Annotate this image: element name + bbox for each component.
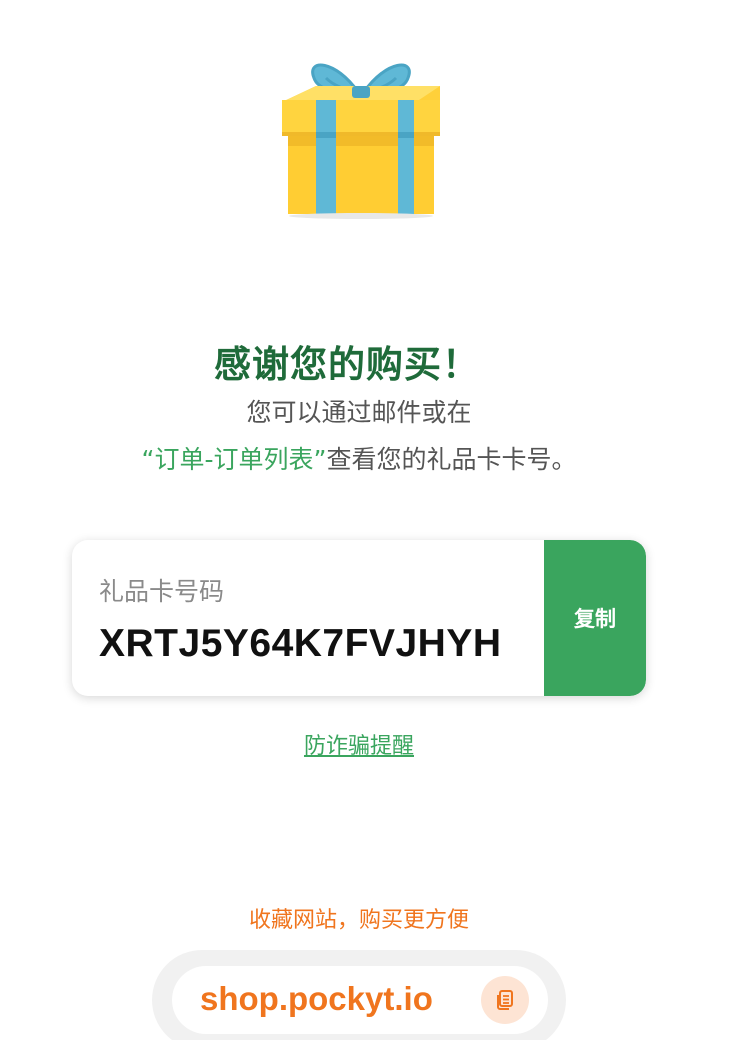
shop-url[interactable]: shop.pockyt.io — [200, 980, 433, 1018]
subtitle-line-1: 您可以通过邮件或在 — [246, 398, 472, 427]
subtitle-line-2: “订单-订单列表”查看您的礼品卡卡号。 — [0, 440, 718, 476]
subtitle-line-2-text: 查看您的礼品卡卡号。 — [326, 445, 577, 474]
page-title: 感谢您的购买！ — [214, 343, 480, 386]
copy-button[interactable]: 复制 — [544, 540, 646, 696]
order-list-link[interactable]: “订单-订单列表” — [142, 445, 327, 474]
copy-icon — [497, 990, 513, 1010]
gift-card-number-card: 礼品卡号码 XRTJ5Y64K7FVJHYH 复制 — [72, 540, 646, 696]
copy-url-button[interactable] — [481, 976, 529, 1024]
gift-box-icon — [282, 63, 440, 219]
gift-card-success-page: 感谢您的购买！ 您可以通过邮件或在 “订单-订单列表”查看您的礼品卡卡号。 礼品… — [0, 0, 734, 1040]
gift-card-code: XRTJ5Y64K7FVJHYH — [99, 622, 502, 665]
bookmark-tip: 收藏网站，购买更方便 — [248, 908, 469, 933]
gift-card-label: 礼品卡号码 — [99, 577, 225, 606]
fraud-warning-link[interactable]: 防诈骗提醒 — [0, 728, 718, 760]
